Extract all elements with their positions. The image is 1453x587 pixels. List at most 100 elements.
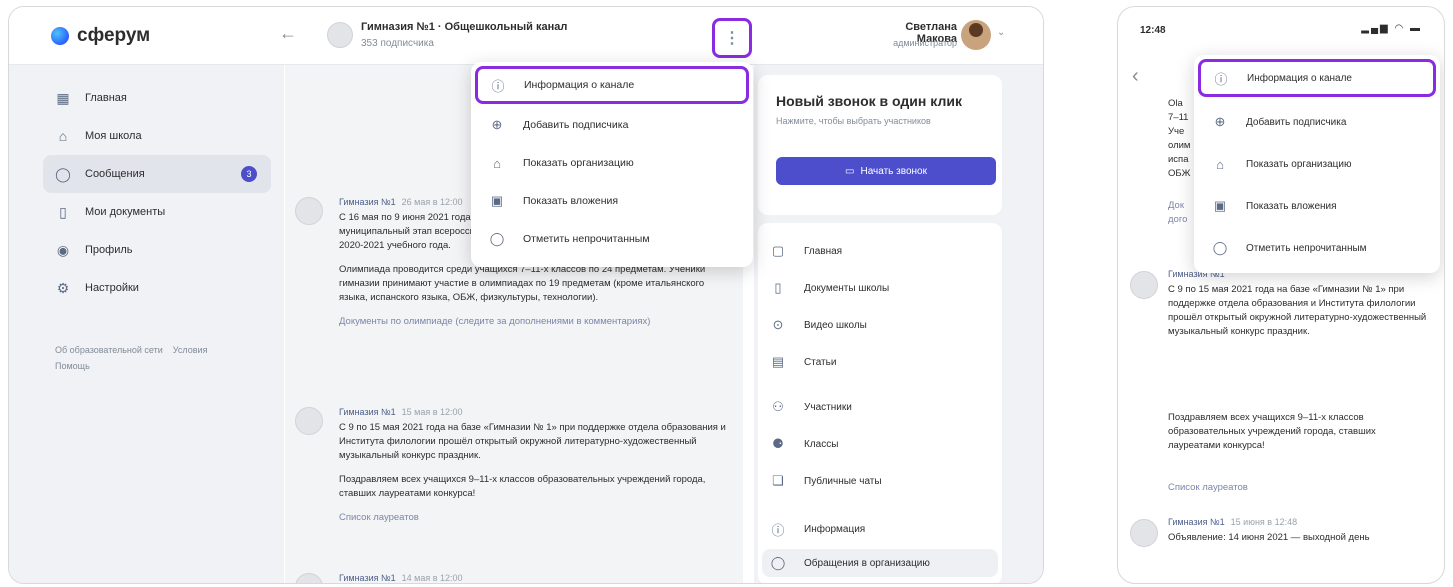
footer-link-help[interactable]: Помощь [55, 361, 90, 371]
menu-item-label: Отметить непрочитанным [523, 233, 650, 245]
sidebar-item-label: Сообщения [85, 168, 145, 180]
channel-menu-articles[interactable]: ▤ Статьи [770, 348, 998, 376]
logo[interactable]: сферум [51, 25, 150, 47]
public-chat-icon: ❏ [772, 473, 784, 488]
menu-item-channel-info[interactable]: ⓘ Информация о канале [475, 66, 749, 104]
channel-menu-members[interactable]: ⚇ Участники [770, 393, 998, 421]
channel-menu-video[interactable]: ⊙ Видео школы [770, 311, 998, 339]
sidebar: ▦ Главная ⌂ Моя школа ◯ Сообщения 3 ▯ Мо… [9, 65, 284, 583]
channel-menu-label: Главная [804, 245, 843, 257]
chat-icon: ◯ [55, 165, 71, 182]
top-bar: сферум ← Гимназия №1 · Общешкольный кана… [9, 7, 1043, 65]
info-icon: ⓘ [771, 522, 785, 538]
sidebar-item-label: Мои документы [85, 206, 166, 218]
organization-icon: ⌂ [493, 155, 501, 171]
menu-item-mark-unread[interactable]: ◯ Отметить непрочитанным [477, 220, 747, 258]
info-icon: ⓘ [1214, 71, 1228, 87]
author-avatar [295, 197, 323, 225]
message-paragraph: С 9 по 15 мая 2021 года на базе «Гимнази… [339, 422, 726, 461]
home-icon: ▢ [771, 243, 785, 258]
phone-screen: 12:48 ▂▄▆ ◠ ▬ ‹ Ola 7–11 Уче олим испа О… [1117, 6, 1445, 584]
channel-options-dropdown: ⓘ Информация о канале ⊕ Добавить подписч… [1194, 55, 1440, 273]
menu-item-add-subscriber[interactable]: ⊕ Добавить подписчика [477, 106, 747, 144]
call-subtitle: Нажмите, чтобы выбрать участников [776, 116, 931, 126]
message-paragraph: С 9 по 15 мая 2021 года на базе «Гимнази… [1168, 284, 1427, 337]
attachment-icon: ▣ [490, 193, 504, 208]
logo-text: сферум [77, 25, 151, 46]
menu-item-channel-info[interactable]: ⓘ Информация о канале [1198, 59, 1436, 97]
sidebar-item-main[interactable]: ▦ Главная [43, 79, 271, 117]
channel-menu-label: Классы [804, 438, 839, 450]
desktop-window: сферум ← Гимназия №1 · Общешкольный кана… [8, 6, 1044, 584]
menu-item-show-attachments[interactable]: ▣ Показать вложения [1200, 187, 1434, 225]
video-icon: ▭ [845, 165, 855, 177]
channel-menu-appeals[interactable]: ◯ Обращения в организацию [762, 549, 998, 577]
author-avatar [1130, 271, 1158, 299]
menu-item-label: Показать организацию [523, 157, 634, 169]
sidebar-item-label: Настройки [85, 282, 139, 294]
channel-menu-info[interactable]: ⓘ Информация [770, 515, 998, 543]
chevron-down-icon[interactable]: ⌄ [997, 27, 1005, 38]
members-icon: ⚇ [772, 399, 784, 414]
channel-menu-classes[interactable]: ⚈ Классы [770, 430, 998, 458]
sidebar-item-profile[interactable]: ◉ Профиль [43, 231, 271, 269]
message-header: Гимназия №1 15 июня в 12:48 [1168, 517, 1297, 527]
menu-item-show-organization[interactable]: ⌂ Показать организацию [477, 144, 747, 182]
message-link[interactable]: Список лауреатов [1168, 481, 1428, 495]
sidebar-item-my-school[interactable]: ⌂ Моя школа [43, 117, 271, 155]
menu-item-label: Информация о канале [524, 79, 635, 91]
attachment-icon: ▣ [1213, 198, 1227, 213]
menu-item-label: Информация о канале [1247, 72, 1352, 84]
channel-menu-public-chats[interactable]: ❏ Публичные чаты [770, 467, 998, 495]
more-options-button[interactable]: ⋮ [712, 18, 752, 58]
right-panel: Новый звонок в один клик Нажмите, чтобы … [754, 65, 1043, 583]
message-paragraph: Олимпиада проводится среди учащихся 7–11… [339, 264, 706, 303]
message-header: Гимназия №1 14 мая в 12:00 [339, 573, 463, 583]
school-icon: ⌂ [58, 128, 68, 144]
menu-item-add-subscriber[interactable]: ⊕ Добавить подписчика [1200, 103, 1434, 141]
message-link[interactable]: Список лауреатов [339, 511, 729, 525]
channel-menu-label: Статьи [804, 356, 837, 368]
author-avatar [295, 407, 323, 435]
author-name[interactable]: Гимназия №1 [339, 197, 396, 207]
avatar[interactable] [961, 20, 991, 50]
video-play-icon: ⊙ [772, 317, 784, 332]
message-paragraph: Поздравляем всех учащихся 9–11-х классов… [1168, 412, 1376, 451]
channel-menu-label: Видео школы [804, 319, 867, 331]
message-paragraph: Объявление: 14 июня 2021 — выходной день [1168, 532, 1370, 543]
author-name[interactable]: Гимназия №1 [1168, 517, 1225, 527]
article-icon: ▤ [771, 354, 785, 369]
channel-title: Гимназия №1 · Общешкольный канал [361, 21, 568, 33]
grid-icon: ▦ [56, 89, 70, 106]
unread-icon: ◯ [1212, 240, 1228, 255]
channel-menu: ▢ Главная ▯ Документы школы ⊙ Видео школ… [758, 223, 1002, 583]
author-avatar [1130, 519, 1158, 547]
author-name[interactable]: Гимназия №1 [339, 573, 396, 583]
sidebar-item-label: Профиль [85, 244, 133, 256]
channel-menu-documents[interactable]: ▯ Документы школы [770, 274, 998, 302]
channel-subtitle: 353 подписчика [361, 38, 434, 49]
message-link[interactable]: Документы по олимпиаде (следите за допол… [339, 315, 729, 329]
sidebar-item-documents[interactable]: ▯ Мои документы [43, 193, 271, 231]
author-name[interactable]: Гимназия №1 [339, 407, 396, 417]
add-user-icon: ⊕ [1214, 114, 1226, 129]
channel-options-dropdown: ⓘ Информация о канале ⊕ Добавить подписч… [471, 62, 753, 267]
menu-item-mark-unread[interactable]: ◯ Отметить непрочитанным [1200, 229, 1434, 267]
sidebar-item-messages[interactable]: ◯ Сообщения 3 [43, 155, 271, 193]
menu-item-show-attachments[interactable]: ▣ Показать вложения [477, 182, 747, 220]
channel-menu-main[interactable]: ▢ Главная [770, 237, 998, 265]
arrow-left-icon[interactable]: ← [279, 23, 297, 44]
message-body: С 9 по 15 мая 2021 года на базе «Гимнази… [339, 421, 729, 525]
sidebar-item-label: Моя школа [85, 130, 142, 142]
chevron-left-icon[interactable]: ‹ [1132, 65, 1139, 88]
menu-item-label: Добавить подписчика [1246, 116, 1347, 128]
footer-link-terms[interactable]: Условия [173, 345, 208, 355]
call-card: Новый звонок в один клик Нажмите, чтобы … [758, 75, 1002, 215]
message-time: 15 мая в 12:00 [401, 407, 463, 417]
sidebar-item-label: Главная [85, 92, 127, 104]
menu-item-show-organization[interactable]: ⌂ Показать организацию [1200, 145, 1434, 183]
sidebar-item-settings[interactable]: ⚙ Настройки [43, 269, 271, 307]
start-call-button[interactable]: ▭ Начать звонок [776, 157, 996, 185]
footer-link-about[interactable]: Об образовательной сети [55, 345, 163, 355]
channel-menu-label: Документы школы [804, 282, 890, 294]
